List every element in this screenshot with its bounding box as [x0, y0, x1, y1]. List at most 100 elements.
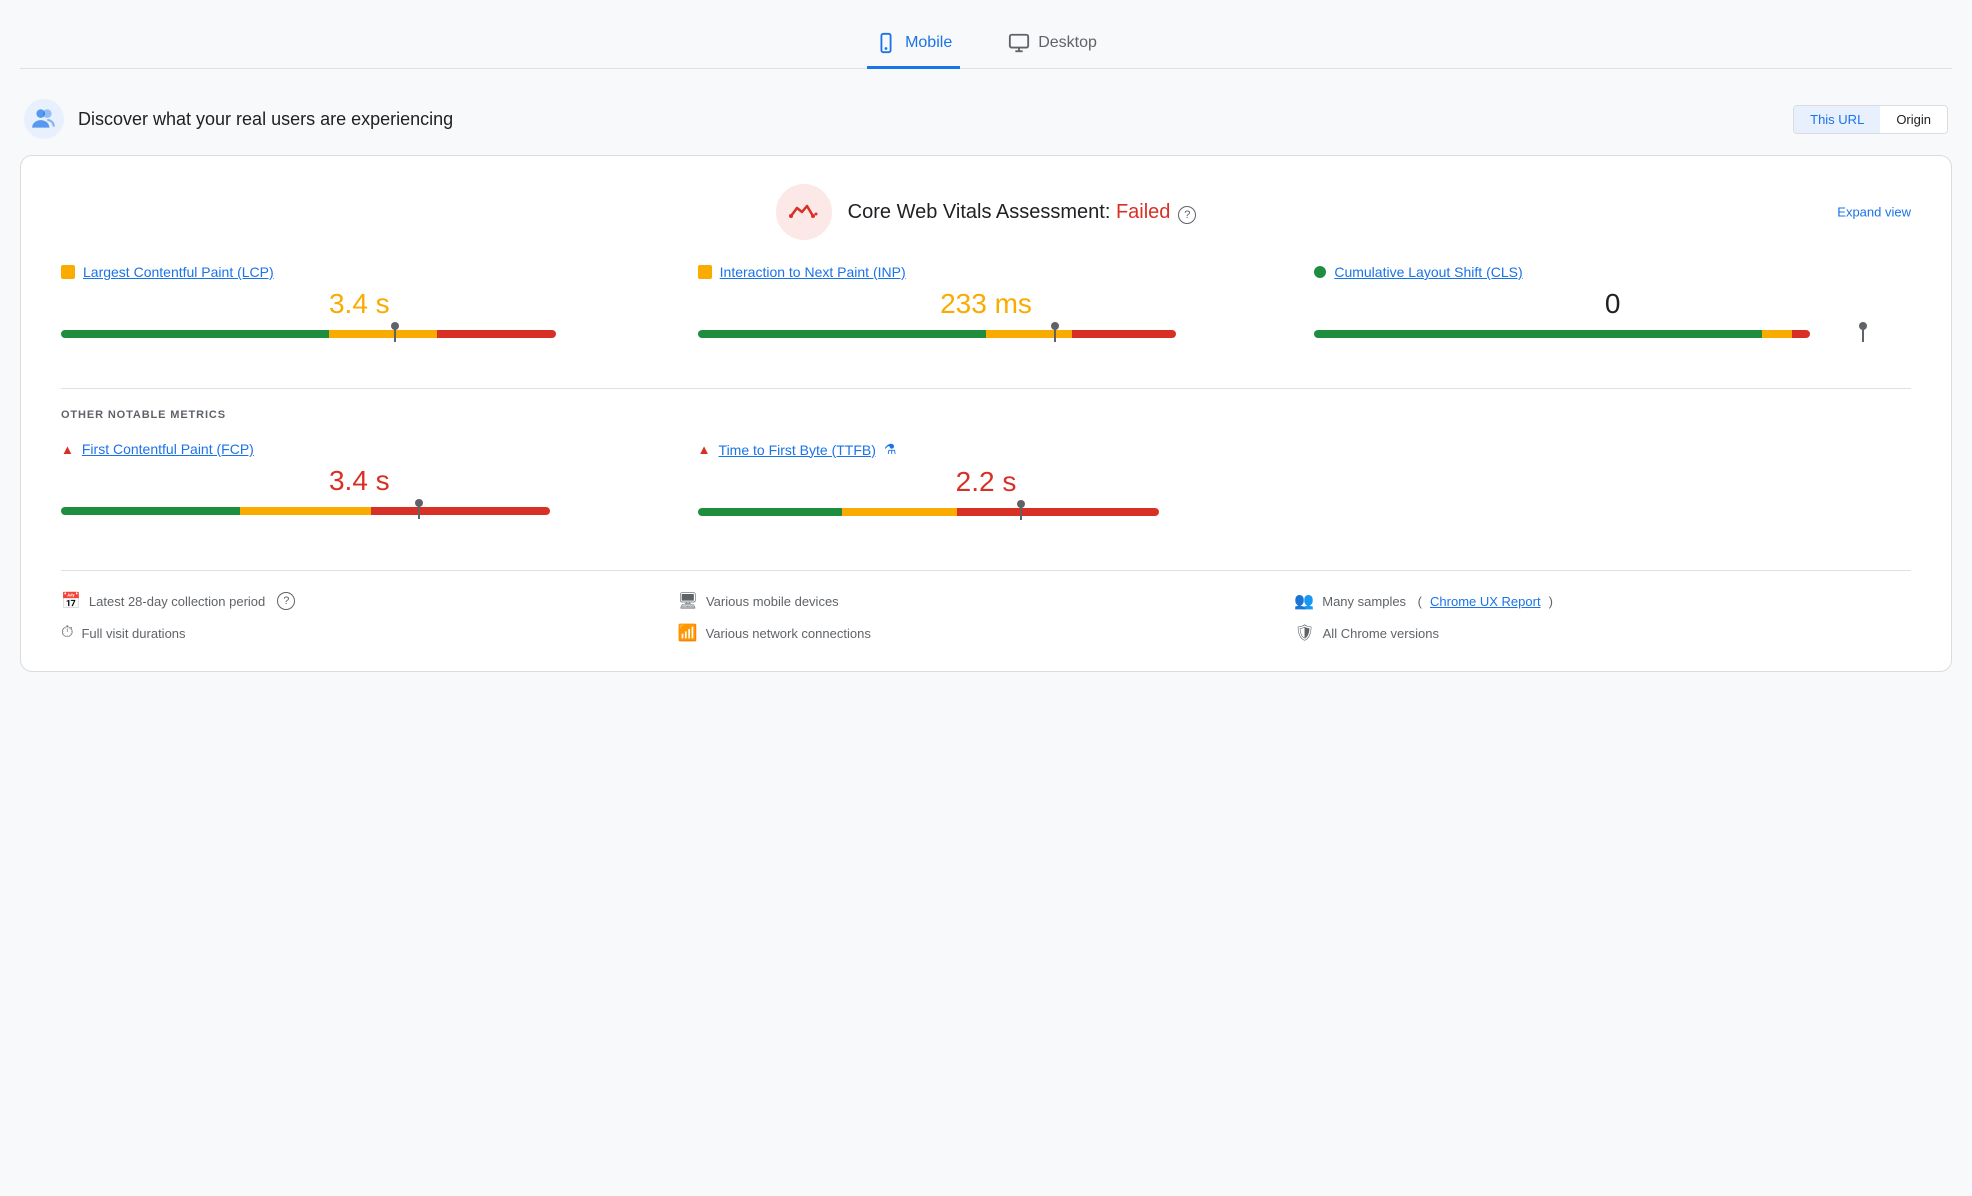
other-metrics-label: OTHER NOTABLE METRICS: [61, 409, 1911, 421]
lcp-label-row: Largest Contentful Paint (LCP): [61, 264, 658, 280]
fcp-bar-red: [371, 507, 550, 515]
header-title: Discover what your real users are experi…: [78, 109, 453, 130]
fcp-needle: [418, 503, 420, 519]
url-toggle: This URL Origin: [1793, 105, 1948, 134]
fcp-value: 3.4 s: [61, 465, 658, 497]
cwv-title: Core Web Vitals Assessment: Failed ?: [848, 201, 1197, 224]
shield-icon: 🛡: [1294, 623, 1314, 643]
footer-chrome-text: All Chrome versions: [1323, 626, 1439, 641]
users-icon: [31, 106, 57, 132]
ttfb-bar-green: [698, 508, 842, 516]
fcp-triangle-icon: ▲: [61, 442, 74, 457]
chrome-ux-report-link[interactable]: Chrome UX Report: [1430, 594, 1541, 609]
inp-dot: [698, 265, 712, 279]
other-metrics-grid: ▲ First Contentful Paint (FCP) 3.4 s ▲ T…: [61, 441, 1911, 542]
ttfb-flask-icon: ⚗: [884, 441, 897, 458]
lcp-needle: [394, 326, 396, 342]
cwv-help-icon[interactable]: ?: [1178, 206, 1196, 224]
tab-mobile-label: Mobile: [905, 34, 952, 52]
cwv-header: Core Web Vitals Assessment: Failed ? Exp…: [61, 184, 1911, 240]
footer-collection-text: Latest 28-day collection period: [89, 594, 265, 609]
this-url-button[interactable]: This URL: [1794, 106, 1880, 133]
ttfb-name[interactable]: Time to First Byte (TTFB): [719, 442, 876, 458]
cwv-status: Failed: [1116, 201, 1170, 223]
inp-bar-red: [1072, 330, 1176, 338]
footer-samples: 👥 Many samples (Chrome UX Report): [1294, 591, 1911, 611]
origin-button[interactable]: Origin: [1880, 106, 1947, 133]
ttfb-bar-red: [957, 508, 1159, 516]
ttfb-value: 2.2 s: [698, 466, 1275, 498]
metric-empty: [1294, 441, 1911, 542]
fcp-name[interactable]: First Contentful Paint (FCP): [82, 441, 254, 457]
footer-collection-period: 📅 Latest 28-day collection period ?: [61, 591, 678, 611]
metric-fcp: ▲ First Contentful Paint (FCP) 3.4 s: [61, 441, 678, 542]
footer-help-icon[interactable]: ?: [277, 592, 295, 610]
tab-desktop-label: Desktop: [1038, 34, 1097, 52]
expand-view-link[interactable]: Expand view: [1837, 205, 1911, 220]
fcp-bar-green: [61, 507, 240, 515]
footer-mobile-devices: 🖥 Various mobile devices: [678, 591, 1295, 611]
header-avatar: [24, 99, 64, 139]
cwv-assessment-text: Core Web Vitals Assessment:: [848, 201, 1116, 223]
footer-visit-text: Full visit durations: [81, 626, 185, 641]
ttfb-bar-orange: [842, 508, 957, 516]
section-divider: [61, 388, 1911, 389]
main-card: Core Web Vitals Assessment: Failed ? Exp…: [20, 155, 1952, 672]
ttfb-triangle-icon: ▲: [698, 442, 711, 457]
clock-icon: ⏱: [61, 624, 73, 642]
header-section: Discover what your real users are experi…: [20, 99, 1952, 139]
lcp-name[interactable]: Largest Contentful Paint (LCP): [83, 264, 274, 280]
desktop-icon: [1008, 32, 1030, 54]
mobile-icon: [875, 32, 897, 54]
inp-needle: [1054, 326, 1056, 342]
inp-bar: [698, 330, 1275, 340]
fcp-label-row: ▲ First Contentful Paint (FCP): [61, 441, 658, 457]
ttfb-bar: [698, 508, 1275, 518]
lcp-bar-orange: [329, 330, 436, 338]
inp-label-row: Interaction to Next Paint (INP): [698, 264, 1275, 280]
core-metrics-grid: Largest Contentful Paint (LCP) 3.4 s Int…: [61, 264, 1911, 364]
lcp-bar: [61, 330, 658, 340]
inp-bar-orange: [986, 330, 1073, 338]
cls-needle: [1862, 326, 1864, 342]
users-footer-icon: 👥: [1294, 591, 1314, 611]
lcp-bar-red: [437, 330, 556, 338]
wifi-icon: 📶: [678, 623, 698, 643]
footer-visit-durations: ⏱ Full visit durations: [61, 623, 678, 643]
footer-network-text: Various network connections: [706, 626, 871, 641]
cls-dot: [1314, 266, 1326, 278]
lcp-value: 3.4 s: [61, 288, 658, 320]
metric-cls: Cumulative Layout Shift (CLS) 0: [1294, 264, 1911, 364]
footer-samples-text: Many samples: [1322, 594, 1406, 609]
lcp-bar-green: [61, 330, 329, 338]
metric-inp: Interaction to Next Paint (INP) 233 ms: [678, 264, 1295, 364]
cls-bar-orange: [1762, 330, 1792, 338]
metric-ttfb: ▲ Time to First Byte (TTFB) ⚗ 2.2 s: [678, 441, 1295, 542]
cls-bar-red: [1792, 330, 1810, 338]
fcp-bar-orange: [240, 507, 371, 515]
footer-chrome-versions: 🛡 All Chrome versions: [1294, 623, 1911, 643]
metric-lcp: Largest Contentful Paint (LCP) 3.4 s: [61, 264, 678, 364]
cls-bar: [1314, 330, 1911, 340]
cls-value: 0: [1314, 288, 1911, 320]
lcp-dot: [61, 265, 75, 279]
card-footer: 📅 Latest 28-day collection period ? 🖥 Va…: [61, 570, 1911, 643]
footer-devices-text: Various mobile devices: [706, 594, 839, 609]
cwv-icon: [789, 202, 819, 222]
fcp-bar: [61, 507, 658, 517]
ttfb-needle: [1020, 504, 1022, 520]
cls-bar-green: [1314, 330, 1762, 338]
tab-bar: Mobile Desktop: [20, 20, 1952, 69]
cwv-icon-circle: [776, 184, 832, 240]
calendar-icon: 📅: [61, 591, 81, 611]
cls-label-row: Cumulative Layout Shift (CLS): [1314, 264, 1911, 280]
tab-desktop[interactable]: Desktop: [1000, 20, 1105, 69]
tab-mobile[interactable]: Mobile: [867, 20, 960, 69]
inp-name[interactable]: Interaction to Next Paint (INP): [720, 264, 906, 280]
inp-bar-green: [698, 330, 986, 338]
cls-name[interactable]: Cumulative Layout Shift (CLS): [1334, 264, 1522, 280]
header-left: Discover what your real users are experi…: [24, 99, 453, 139]
inp-value: 233 ms: [698, 288, 1275, 320]
monitor-icon: 🖥: [678, 591, 698, 611]
ttfb-label-row: ▲ Time to First Byte (TTFB) ⚗: [698, 441, 1275, 458]
